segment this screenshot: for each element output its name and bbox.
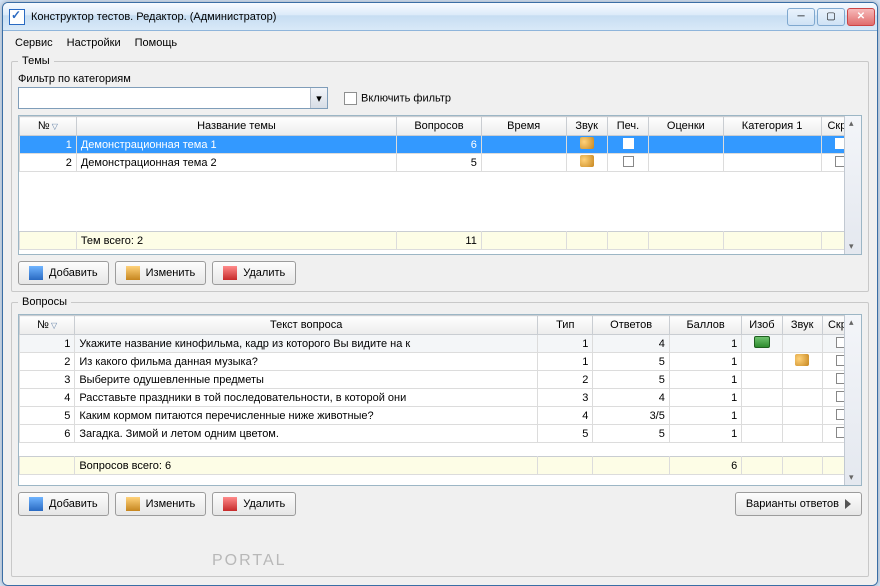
questions-summary-row: Вопросов всего: 66: [20, 457, 861, 475]
edit-icon: [126, 266, 140, 280]
titlebar[interactable]: Конструктор тестов. Редактор. (Администр…: [3, 3, 877, 31]
questions-header-row[interactable]: №▽ Текст вопроса Тип Ответов Баллов Изоб…: [20, 316, 861, 335]
col-print: Печ.: [607, 117, 648, 136]
col-questions: Вопросов: [397, 117, 482, 136]
topics-group: Темы Фильтр по категориям ▾ Включить фил…: [11, 55, 869, 292]
table-row[interactable]: 2Из какого фильма данная музыка?151: [20, 353, 861, 371]
qcol-text: Текст вопроса: [75, 316, 538, 335]
col-sound: Звук: [566, 117, 607, 136]
table-row[interactable]: 5Каким кормом питаются перечисленные ниж…: [20, 407, 861, 425]
col-cat1: Категория 1: [723, 117, 821, 136]
questions-delete-button[interactable]: Удалить: [212, 492, 296, 516]
delete-icon: [223, 266, 237, 280]
app-icon: [9, 9, 25, 25]
sound-icon: [580, 155, 594, 167]
topics-delete-button[interactable]: Удалить: [212, 261, 296, 285]
col-num: №▽: [20, 117, 77, 136]
edit-icon: [126, 497, 140, 511]
filter-label: Фильтр по категориям: [18, 73, 862, 85]
window-buttons: ─ ▢ ✕: [787, 8, 875, 26]
image-icon: [754, 336, 770, 348]
col-name: Название темы: [76, 117, 396, 136]
delete-icon: [223, 497, 237, 511]
menu-service[interactable]: Сервис: [15, 37, 53, 49]
category-filter-combo[interactable]: ▾: [18, 87, 328, 109]
add-icon: [29, 266, 43, 280]
topics-edit-button[interactable]: Изменить: [115, 261, 207, 285]
enable-filter-checkbox[interactable]: Включить фильтр: [344, 92, 451, 105]
col-grades: Оценки: [649, 117, 723, 136]
table-row[interactable]: 1Укажите название кинофильма, кадр из ко…: [20, 335, 861, 353]
topics-add-button[interactable]: Добавить: [18, 261, 109, 285]
watermark: PORTAL: [212, 552, 287, 570]
table-row[interactable]: 6Загадка. Зимой и летом одним цветом.551: [20, 425, 861, 443]
client-area: Сервис Настройки Помощь Темы Фильтр по к…: [3, 31, 877, 585]
qcol-type: Тип: [538, 316, 593, 335]
sound-icon: [580, 137, 594, 149]
window-title: Конструктор тестов. Редактор. (Администр…: [31, 11, 787, 23]
topics-legend: Темы: [18, 55, 54, 67]
qcol-num: №▽: [20, 316, 75, 335]
topics-grid[interactable]: №▽ Название темы Вопросов Время Звук Печ…: [18, 115, 862, 255]
topics-summary-row: Тем всего: 211: [20, 232, 861, 250]
questions-legend: Вопросы: [18, 296, 71, 308]
minimize-button[interactable]: ─: [787, 8, 815, 26]
questions-add-button[interactable]: Добавить: [18, 492, 109, 516]
table-row[interactable]: 1Демонстрационная тема 16: [20, 136, 861, 154]
questions-scrollbar[interactable]: [844, 315, 861, 485]
col-time: Время: [481, 117, 566, 136]
chevron-down-icon[interactable]: ▾: [310, 88, 327, 108]
menu-settings[interactable]: Настройки: [67, 37, 121, 49]
answer-variants-button[interactable]: Варианты ответов: [735, 492, 862, 516]
qcol-sound: Звук: [782, 316, 822, 335]
add-icon: [29, 497, 43, 511]
maximize-button[interactable]: ▢: [817, 8, 845, 26]
app-window: Конструктор тестов. Редактор. (Администр…: [2, 2, 878, 586]
table-row[interactable]: 2Демонстрационная тема 25: [20, 154, 861, 172]
qcol-points: Баллов: [669, 316, 741, 335]
topics-header-row[interactable]: №▽ Название темы Вопросов Время Звук Печ…: [20, 117, 861, 136]
close-button[interactable]: ✕: [847, 8, 875, 26]
menubar: Сервис Настройки Помощь: [11, 35, 869, 51]
qcol-answers: Ответов: [593, 316, 669, 335]
questions-edit-button[interactable]: Изменить: [115, 492, 207, 516]
checkbox-icon[interactable]: [623, 138, 634, 149]
questions-grid[interactable]: №▽ Текст вопроса Тип Ответов Баллов Изоб…: [18, 314, 862, 486]
table-row[interactable]: 3Выберите одушевленные предметы251: [20, 371, 861, 389]
table-row[interactable]: 4Расставьте праздники в той последовател…: [20, 389, 861, 407]
checkbox-icon[interactable]: [623, 156, 634, 167]
checkbox-icon: [344, 92, 357, 105]
sound-icon: [795, 354, 809, 366]
topics-scrollbar[interactable]: [844, 116, 861, 254]
questions-group: Вопросы №▽ Текст вопроса Тип Ответов Бал…: [11, 296, 869, 577]
menu-help[interactable]: Помощь: [135, 37, 178, 49]
arrow-right-icon: [845, 499, 851, 509]
qcol-image: Изоб: [742, 316, 782, 335]
